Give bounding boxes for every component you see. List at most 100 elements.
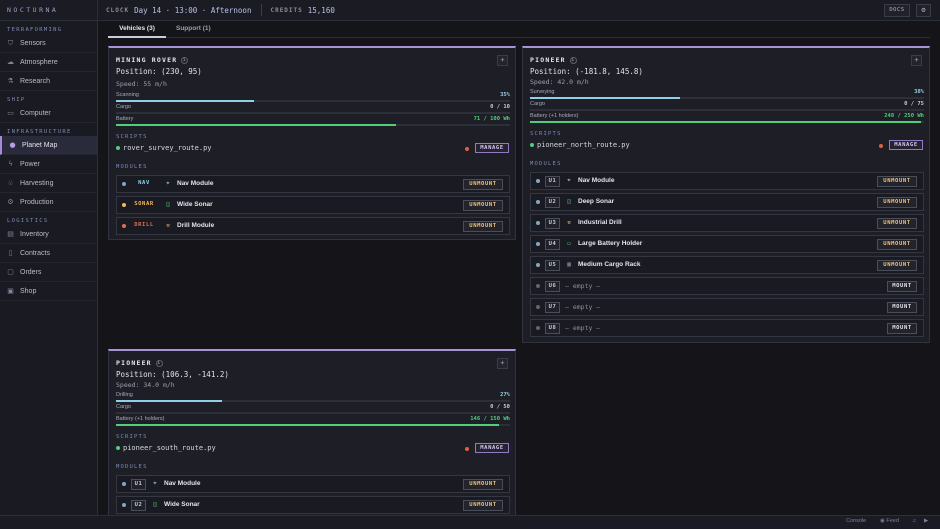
cargo-bar: Cargo 0 / 75 — [530, 101, 924, 113]
sidebar-item-power[interactable]: ϟ Power — [0, 155, 97, 174]
manage-scripts-button[interactable]: MANAGE — [889, 140, 923, 150]
sidebar-item-harvesting[interactable]: ♧ Harvesting — [0, 174, 97, 193]
sidebar-item-planet-map[interactable]: ● Planet Map — [0, 136, 97, 155]
sidebar-item-production[interactable]: ⚙ Production — [0, 193, 97, 212]
add-button[interactable]: + — [911, 55, 922, 66]
module-name: — empty — — [565, 282, 601, 290]
add-button[interactable]: + — [497, 358, 508, 369]
sidebar-item-label: Inventory — [20, 230, 49, 238]
docs-button[interactable]: DOCS — [884, 4, 910, 17]
tab-vehicles[interactable]: Vehicles (3) — [108, 21, 166, 38]
panel-title: PIONEER i — [116, 359, 163, 367]
music-icon[interactable]: ♫ — [912, 518, 916, 524]
module-row: U1 ⌖ Nav Module UNMOUNT — [530, 172, 924, 190]
sidebar-section-logistics: LOGISTICS — [7, 218, 49, 224]
tab-support[interactable]: Support (1) — [176, 21, 218, 38]
console-toggle[interactable]: Console — [846, 518, 866, 524]
production-icon: ⚙ — [7, 198, 14, 206]
nav-module-icon: ⌖ — [166, 180, 170, 187]
stop-script-icon[interactable] — [879, 144, 883, 148]
mount-button[interactable]: MOUNT — [887, 302, 917, 313]
gear-icon: ⚙ — [921, 6, 926, 14]
info-icon[interactable]: i — [155, 359, 163, 367]
vehicle-panel-pioneer-north: PIONEER i + Position: (-181.8, 145.8) Spe… — [522, 46, 930, 343]
module-row: U1 ⌖ Nav Module UNMOUNT — [116, 475, 510, 493]
running-dot — [530, 143, 534, 147]
script-entry[interactable]: pioneer_north_route.py — [530, 141, 630, 153]
sidebar-item-label: Power — [20, 160, 40, 168]
stop-script-icon[interactable] — [465, 447, 469, 451]
manage-scripts-button[interactable]: MANAGE — [475, 443, 509, 453]
unmount-button[interactable]: UNMOUNT — [463, 221, 503, 232]
play-icon[interactable]: ▶ — [924, 518, 928, 524]
sidebar-item-atmosphere[interactable]: ☁ Atmosphere — [0, 53, 97, 72]
sidebar-section-ship: SHIP — [7, 97, 26, 103]
sidebar-item-shop[interactable]: ▣ Shop — [0, 282, 97, 301]
sidebar-section-infrastructure: INFRASTRUCTURE — [7, 129, 72, 135]
feed-toggle[interactable]: ◉ Feed — [880, 518, 899, 524]
sidebar-item-inventory[interactable]: ▤ Inventory — [0, 225, 97, 244]
module-status-dot — [536, 305, 540, 309]
module-name: Medium Cargo Rack — [578, 261, 641, 268]
script-entry[interactable]: pioneer_south_route.py — [116, 444, 216, 456]
stop-script-icon[interactable] — [465, 147, 469, 151]
module-row-empty: U7 — empty — MOUNT — [530, 298, 924, 316]
sidebar-item-label: Shop — [20, 287, 37, 295]
unmount-button[interactable]: UNMOUNT — [877, 239, 917, 250]
scripts-label: SCRIPTS — [530, 131, 562, 137]
sidebar-item-orders[interactable]: ▢ Orders — [0, 263, 97, 282]
sidebar-item-label: Production — [20, 198, 54, 206]
orders-icon: ▢ — [7, 268, 14, 276]
manage-scripts-button[interactable]: MANAGE — [475, 143, 509, 153]
add-button[interactable]: + — [497, 55, 508, 66]
plus-icon: + — [500, 359, 505, 367]
unmount-button[interactable]: UNMOUNT — [463, 500, 503, 511]
sidebar-item-research[interactable]: ⚗ Research — [0, 72, 97, 91]
unmount-button[interactable]: UNMOUNT — [463, 200, 503, 211]
sidebar-item-computer[interactable]: ▭ Computer — [0, 104, 97, 123]
bar-value: 71 / 100 Wh — [473, 116, 510, 122]
module-status-dot — [536, 200, 540, 204]
drill-module-icon: ⚒ — [567, 219, 571, 226]
unmount-button[interactable]: UNMOUNT — [877, 260, 917, 271]
inventory-icon: ▤ — [7, 230, 14, 238]
module-slot: NAV — [138, 180, 150, 186]
info-icon[interactable]: i — [181, 56, 189, 64]
module-status-dot — [536, 179, 540, 183]
module-status-dot — [122, 182, 126, 186]
module-row: NAV ⌖ Nav Module UNMOUNT — [116, 175, 510, 193]
atmosphere-icon: ☁ — [7, 58, 14, 66]
bar-fill — [116, 424, 500, 426]
vehicle-speed: Speed: 42.0 m/h — [530, 78, 589, 86]
module-slot: U8 — [545, 323, 560, 334]
settings-button[interactable]: ⚙ — [916, 4, 931, 17]
app-logo: NOCTURNA — [0, 0, 98, 21]
unmount-button[interactable]: UNMOUNT — [463, 479, 503, 490]
vehicle-speed: Speed: 55 m/h — [116, 80, 167, 88]
eye-icon: ◉ — [880, 518, 885, 524]
credits-value: 15,160 — [307, 5, 335, 15]
running-dot — [116, 146, 120, 150]
module-name: Wide Sonar — [164, 501, 200, 508]
unmount-button[interactable]: UNMOUNT — [463, 179, 503, 190]
module-status-dot — [536, 242, 540, 246]
mount-button[interactable]: MOUNT — [887, 281, 917, 292]
bar-label: Surveying — [530, 89, 555, 95]
module-row: DRILL ⚒ Drill Module UNMOUNT — [116, 217, 510, 235]
module-row: U2 ◫ Wide Sonar UNMOUNT — [116, 496, 510, 514]
panel-title: MINING ROVER i — [116, 56, 189, 64]
unmount-button[interactable]: UNMOUNT — [877, 218, 917, 229]
mount-button[interactable]: MOUNT — [887, 323, 917, 334]
sidebar-item-contracts[interactable]: ▯ Contracts — [0, 244, 97, 263]
script-entry[interactable]: rover_survey_route.py — [116, 144, 212, 156]
sidebar-item-label: Atmosphere — [20, 58, 58, 66]
module-slot: U6 — [545, 281, 560, 292]
info-icon[interactable]: i — [569, 56, 577, 64]
bar-fill — [530, 97, 680, 99]
unmount-button[interactable]: UNMOUNT — [877, 197, 917, 208]
unmount-button[interactable]: UNMOUNT — [877, 176, 917, 187]
bar-label: Battery — [116, 116, 134, 122]
modules-label: MODULES — [116, 164, 148, 170]
clock-value: Day 14 · 13:00 · Afternoon — [134, 5, 252, 15]
sidebar-item-sensors[interactable]: ⛉ Sensors — [0, 34, 97, 53]
